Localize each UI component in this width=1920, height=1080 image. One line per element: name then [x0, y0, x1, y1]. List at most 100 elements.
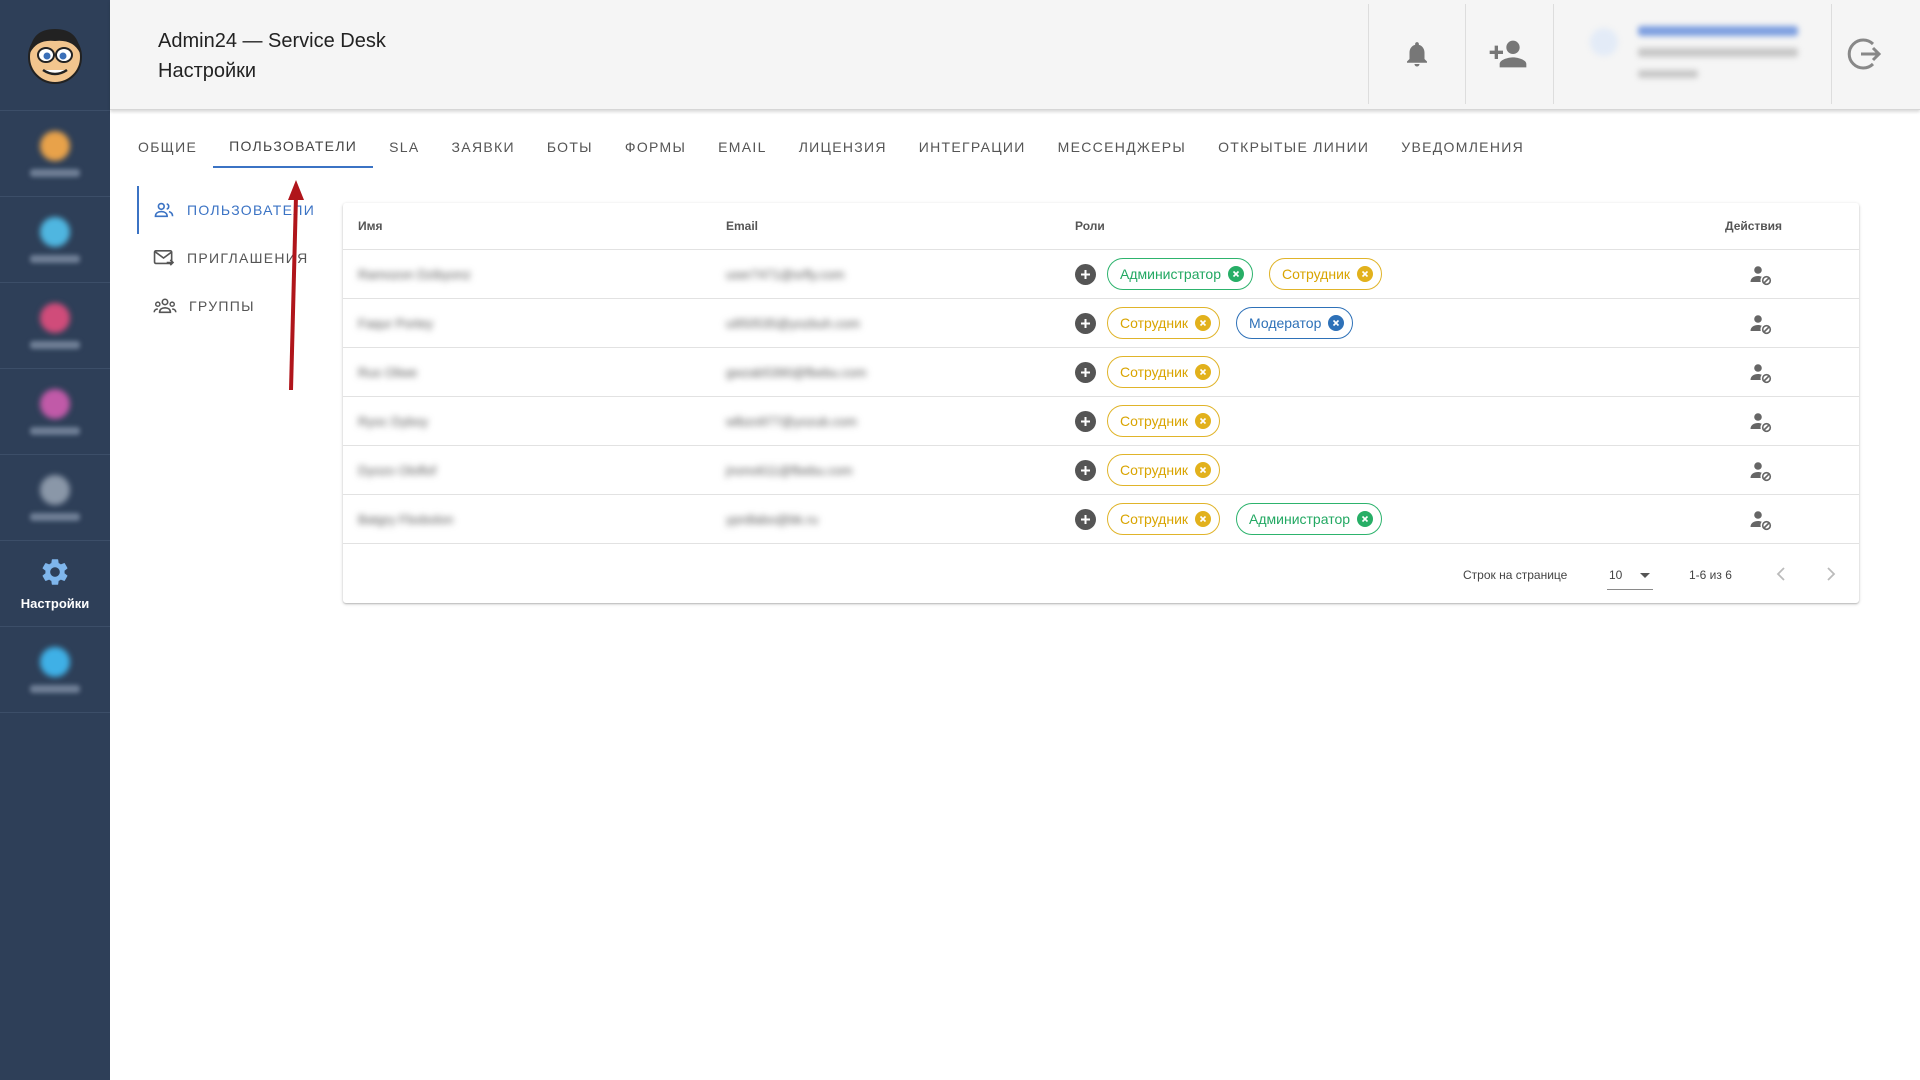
blurred-icon-4 — [40, 388, 70, 419]
role-chip-label: Сотрудник — [1120, 315, 1189, 331]
tab-10[interactable]: МЕССЕНДЖЕРЫ — [1042, 126, 1202, 168]
add-role-button[interactable] — [1075, 313, 1096, 334]
user-block-action-button[interactable] — [1749, 509, 1773, 531]
add-role-button[interactable] — [1075, 362, 1096, 383]
user-block-action-button[interactable] — [1749, 362, 1773, 384]
user-email-cell: gwzab5390@fbebu.com — [726, 365, 867, 380]
column-roles-header: Роли — [1075, 219, 1105, 233]
subnav-item-2[interactable]: ПРИГЛАШЕНИЯ — [137, 234, 327, 282]
add-role-button[interactable] — [1075, 264, 1096, 285]
remove-role-icon[interactable] — [1195, 315, 1212, 331]
blurred-icon-2 — [40, 216, 70, 247]
rows-per-page-value: 10 — [1609, 568, 1623, 582]
role-chip[interactable]: Модератор — [1236, 307, 1354, 339]
person-block-icon — [1750, 315, 1772, 335]
notifications-button[interactable] — [1387, 24, 1447, 84]
header-divider — [1368, 4, 1369, 104]
person-block-icon — [1750, 413, 1772, 433]
prev-page-button[interactable] — [1769, 562, 1793, 586]
avatar-logo-icon — [28, 29, 82, 84]
logout-icon — [1847, 38, 1882, 70]
role-chip[interactable]: Сотрудник — [1107, 356, 1221, 388]
role-chips: Администратор Сотрудник — [1107, 258, 1383, 290]
add-role-button[interactable] — [1075, 509, 1096, 530]
plus-icon — [1081, 466, 1090, 475]
blurred-icon-7 — [40, 646, 70, 677]
tab-4[interactable]: ЗАЯВКИ — [436, 126, 531, 168]
sidebar: Настройки — [0, 0, 110, 1080]
users-table: Имя Email Роли Действия Ramozon Dzibyonz… — [343, 203, 1859, 603]
sidebar-item-6[interactable]: Настройки — [0, 541, 110, 627]
role-chip[interactable]: Сотрудник — [1107, 405, 1221, 437]
remove-role-icon[interactable] — [1195, 413, 1212, 429]
users-icon — [153, 201, 175, 219]
table-header: Имя Email Роли Действия — [343, 203, 1859, 250]
sidebar-item-4[interactable] — [0, 369, 110, 455]
sidebar-item-5[interactable] — [0, 455, 110, 541]
user-block-action-button[interactable] — [1749, 313, 1773, 335]
user-profile[interactable] — [1590, 20, 1820, 90]
top-header: Admin24 — Service Desk Настройки — [110, 0, 1920, 110]
role-chip-label: Модератор — [1249, 315, 1322, 331]
user-name-blurred — [1638, 26, 1798, 36]
role-chip-label: Сотрудник — [1120, 511, 1189, 527]
subnav-item-1[interactable]: ПОЛЬЗОВАТЕЛИ — [137, 186, 327, 234]
add-user-button[interactable] — [1478, 24, 1538, 84]
app-logo[interactable] — [0, 0, 110, 111]
tab-1[interactable]: ОБЩИЕ — [122, 126, 213, 168]
remove-role-icon[interactable] — [1195, 511, 1212, 527]
user-block-action-button[interactable] — [1749, 264, 1773, 286]
tab-3[interactable]: SLA — [373, 126, 435, 168]
blurred-icon-5 — [40, 474, 70, 505]
subnav-item-3[interactable]: ГРУППЫ — [137, 282, 327, 330]
role-chip[interactable]: Сотрудник — [1107, 307, 1221, 339]
remove-role-icon[interactable] — [1328, 315, 1345, 331]
role-chips: Сотрудник Администратор — [1107, 503, 1383, 535]
person-block-icon — [1750, 266, 1772, 286]
rows-per-page-select[interactable]: 10 — [1607, 560, 1653, 590]
column-actions-header: Действия — [1725, 219, 1783, 233]
plus-icon — [1081, 417, 1090, 426]
person-block-icon — [1750, 364, 1772, 384]
tab-7[interactable]: EMAIL — [702, 126, 783, 168]
tab-11[interactable]: ОТКРЫТЫЕ ЛИНИИ — [1202, 126, 1385, 168]
sidebar-item-label-blurred — [30, 684, 80, 693]
role-chip[interactable]: Администратор — [1236, 503, 1383, 535]
rows-per-page-label: Строк на странице — [1463, 568, 1568, 582]
role-chip[interactable]: Сотрудник — [1269, 258, 1383, 290]
person-block-icon — [1750, 511, 1772, 531]
add-role-button[interactable] — [1075, 411, 1096, 432]
role-chips: Сотрудник — [1107, 454, 1221, 486]
remove-role-icon[interactable] — [1195, 364, 1212, 380]
tab-5[interactable]: БОТЫ — [531, 126, 609, 168]
remove-role-icon[interactable] — [1195, 462, 1212, 478]
table-row: Ramozon Dzibyonz user7471@srfly.com Админи… — [343, 250, 1859, 299]
user-block-action-button[interactable] — [1749, 411, 1773, 433]
remove-role-icon[interactable] — [1357, 266, 1374, 282]
role-chip[interactable]: Сотрудник — [1107, 503, 1221, 535]
user-email-cell: jnono611@fbebu.com — [726, 463, 853, 478]
logout-button[interactable] — [1835, 24, 1895, 84]
sidebar-item-3[interactable] — [0, 283, 110, 369]
sidebar-item-label-blurred — [30, 512, 80, 521]
tab-6[interactable]: ФОРМЫ — [609, 126, 702, 168]
sidebar-item-7[interactable] — [0, 627, 110, 713]
add-role-button[interactable] — [1075, 460, 1096, 481]
sidebar-item-2[interactable] — [0, 197, 110, 283]
user-block-action-button[interactable] — [1749, 460, 1773, 482]
next-page-button[interactable] — [1819, 562, 1843, 586]
user-name-cell: Faqur Portey — [358, 316, 434, 331]
tab-12[interactable]: УВЕДОМЛЕНИЯ — [1385, 126, 1540, 168]
remove-role-icon[interactable] — [1357, 511, 1374, 527]
app-title: Admin24 — Service Desk — [158, 30, 386, 52]
sidebar-item-label-blurred — [30, 426, 80, 435]
sidebar-item-1[interactable] — [0, 111, 110, 197]
tab-2[interactable]: ПОЛЬЗОВАТЕЛИ — [213, 126, 374, 168]
blurred-icon-3 — [40, 302, 70, 333]
role-chip[interactable]: Сотрудник — [1107, 454, 1221, 486]
tab-9[interactable]: ИНТЕГРАЦИИ — [903, 126, 1042, 168]
remove-role-icon[interactable] — [1228, 266, 1245, 282]
role-chip[interactable]: Администратор — [1107, 258, 1254, 290]
subnav-item-label: ПРИГЛАШЕНИЯ — [187, 250, 309, 266]
tab-8[interactable]: ЛИЦЕНЗИЯ — [783, 126, 903, 168]
